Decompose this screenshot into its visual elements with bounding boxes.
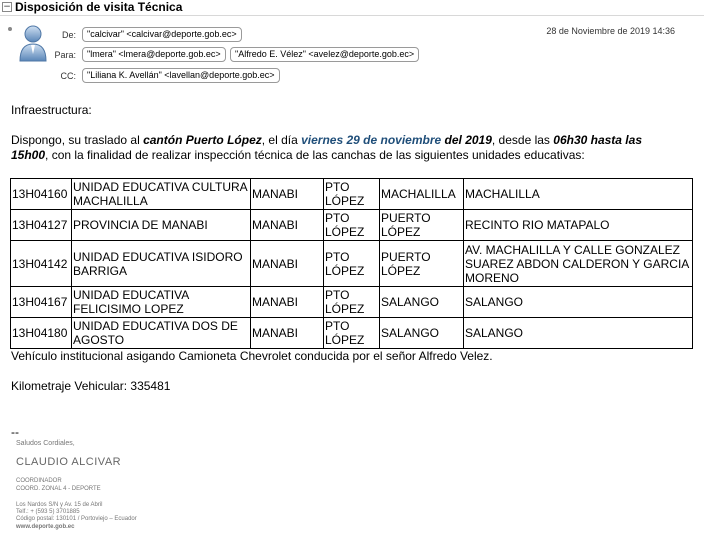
from-address-pill[interactable]: "calcivar" <calcivar@deporte.gob.ec> bbox=[82, 27, 242, 42]
table-cell: SALANGO bbox=[463, 286, 693, 318]
sig-addr2: Telf.: + (593 5) 3701885 bbox=[16, 509, 80, 515]
table-cell: PTO LÓPEZ bbox=[323, 286, 380, 318]
p2-text: , con la finalidad de realizar inspecció… bbox=[45, 148, 585, 162]
table-cell: UNIDAD EDUCATIVA ISIDORO BARRIGA bbox=[71, 240, 251, 287]
table-cell: PROVINCIA DE MANABI bbox=[71, 209, 251, 241]
table-cell: PUERTO LÓPEZ bbox=[379, 209, 464, 241]
signature-separator: -- bbox=[11, 425, 19, 439]
canton-name: cantón Puerto López bbox=[143, 133, 262, 147]
table-cell: MANABI bbox=[250, 240, 324, 287]
table-cell: MANABI bbox=[250, 286, 324, 318]
body-paragraph-line2: 15h00, con la finalidad de realizar insp… bbox=[11, 148, 585, 163]
schools-table: 13H04160 UNIDAD EDUCATIVA CULTURA MACHALI… bbox=[10, 178, 693, 349]
table-cell: 13H04160 bbox=[10, 178, 72, 210]
table-cell: MANABI bbox=[250, 178, 324, 210]
table-cell: AV. MACHALILLA Y CALLE GONZALEZ SUAREZ A… bbox=[463, 240, 693, 287]
table-cell: PTO LÓPEZ bbox=[323, 240, 380, 287]
table-row: 13H04127 PROVINCIA DE MANABI MANABI PTO LÓP… bbox=[10, 209, 693, 241]
table-cell: 13H04167 bbox=[10, 286, 72, 318]
p1-text: Dispongo, su traslado al bbox=[11, 133, 144, 147]
table-row: 13H04167 UNIDAD EDUCATIVA FELICISIMO LOPE… bbox=[10, 286, 693, 318]
message-subject: Disposición de visita Técnica bbox=[15, 0, 183, 14]
table-cell: PUERTO LÓPEZ bbox=[379, 240, 464, 287]
table-cell: SALANGO bbox=[379, 286, 464, 318]
body-greeting: Infraestructura: bbox=[11, 103, 92, 117]
visit-day: viernes 29 de noviembre bbox=[301, 133, 442, 147]
from-label: De: bbox=[61, 30, 76, 40]
sig-name: CLAUDIO ALCIVAR bbox=[16, 456, 122, 468]
p1-text-b: , el día bbox=[261, 133, 302, 147]
sig-role1: COORDINADOR bbox=[16, 478, 62, 484]
message-header-bar: − Disposición de visita Técnica bbox=[0, 0, 704, 16]
table-cell: 13H04127 bbox=[10, 209, 72, 241]
table-cell: SALANGO bbox=[463, 317, 693, 349]
sender-avatar-icon bbox=[19, 25, 47, 62]
read-status-dot-icon bbox=[8, 27, 12, 31]
km-line: Kilometraje Vehicular: 335481 bbox=[11, 379, 171, 393]
table-cell: PTO LÓPEZ bbox=[323, 178, 380, 210]
to-address-pill-1[interactable]: "lmera" <lmera@deporte.gob.ec> bbox=[82, 47, 226, 62]
vehicle-line: Vehículo institucional asigando Camionet… bbox=[11, 349, 493, 363]
visit-time-start: 06h30 hasta las bbox=[553, 133, 642, 147]
table-cell: PTO LÓPEZ bbox=[323, 317, 380, 349]
table-row: 13H04180 UNIDAD EDUCATIVA DOS DE AGOSTO MA… bbox=[10, 317, 693, 349]
sig-greeting: Saludos Cordiales, bbox=[16, 440, 75, 447]
table-row: 13H04142 UNIDAD EDUCATIVA ISIDORO BARRIGA… bbox=[10, 240, 693, 287]
p1-text-c: , desde las bbox=[491, 133, 554, 147]
collapse-toggle-icon[interactable]: − bbox=[2, 2, 12, 12]
table-cell: 13H04142 bbox=[10, 240, 72, 287]
cc-address-pill[interactable]: "Liliana K. Avellán" <lavellan@deporte.g… bbox=[82, 68, 280, 83]
visit-time-end: 15h00 bbox=[11, 148, 46, 162]
to-address-pill-2[interactable]: "Alfredo E. Vélez" <avelez@deporte.gob.e… bbox=[230, 47, 420, 62]
table-cell: 13H04180 bbox=[10, 317, 72, 349]
to-label: Para: bbox=[54, 50, 76, 60]
sig-addr1: Los Nardos S/N y Av. 15 de Abril bbox=[16, 502, 103, 508]
cc-label: CC: bbox=[60, 71, 77, 81]
table-cell: MANABI bbox=[250, 317, 324, 349]
table-cell: UNIDAD EDUCATIVA DOS DE AGOSTO bbox=[71, 317, 251, 349]
visit-year: del 2019 bbox=[441, 133, 492, 147]
table-cell: MACHALILLA bbox=[379, 178, 464, 210]
message-date: 28 de Noviembre de 2019 14:36 bbox=[546, 26, 675, 36]
body-paragraph-line1: Dispongo, su traslado al cantón Puerto L… bbox=[11, 133, 642, 148]
sig-role2: COORD. ZONAL 4 - DEPORTE bbox=[16, 486, 101, 492]
sig-web[interactable]: www.deporte.gob.ec bbox=[16, 524, 74, 530]
table-cell: PTO LÓPEZ bbox=[323, 209, 380, 241]
table-cell: MACHALILLA bbox=[463, 178, 693, 210]
table-cell: MANABI bbox=[250, 209, 324, 241]
sig-addr3: Código postal: 130101 / Portoviejo – Ecu… bbox=[16, 516, 137, 522]
table-cell: UNIDAD EDUCATIVA FELICISIMO LOPEZ bbox=[71, 286, 251, 318]
table-row: 13H04160 UNIDAD EDUCATIVA CULTURA MACHALI… bbox=[10, 178, 693, 210]
table-cell: UNIDAD EDUCATIVA CULTURA MACHALILLA bbox=[71, 178, 251, 210]
table-cell: SALANGO bbox=[379, 317, 464, 349]
table-cell: RECINTO RIO MATAPALO bbox=[463, 209, 693, 241]
